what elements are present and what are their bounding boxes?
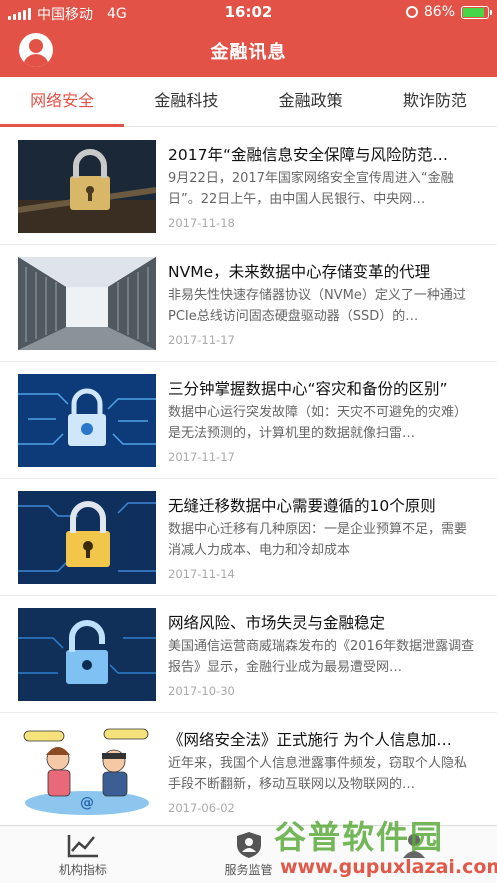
- shield-user-icon: [232, 831, 266, 859]
- alarm-icon: [405, 6, 418, 18]
- news-thumbnail-padlock: [18, 140, 156, 233]
- news-title: 无缝迁移数据中心需要遵循的10个原则: [168, 497, 436, 515]
- news-date: 2017-11-17: [168, 450, 235, 464]
- news-title: 2017年“金融信息安全保障与风险防范…: [168, 146, 448, 164]
- tab-fintech[interactable]: 金融科技: [124, 77, 248, 126]
- battery-level: [463, 7, 484, 17]
- news-summary: 数据中心迁移有几种原因：一是企业预算不足，需要消减人力成本、电力和冷却成本: [168, 522, 468, 558]
- news-summary: 非易失性快速存储器协议（NVMe）定义了一种通过PCIe总线访问固态硬盘驱动器（…: [168, 288, 466, 324]
- watermark: 谷普软件园 www.gupuxlazai.com: [270, 812, 497, 883]
- news-thumbnail-cartoon: @: [18, 725, 156, 818]
- category-tabs: 网络安全 金融科技 金融政策 欺诈防范: [0, 77, 497, 127]
- news-item[interactable]: 2017年“金融信息安全保障与风险防范… 9月22日，2017年国家网络安全宣传…: [0, 128, 497, 245]
- news-thumbnail-circuit-lock: [18, 374, 156, 467]
- svg-text:@: @: [80, 795, 94, 811]
- watermark-url: www.gupuxlazai.com: [280, 856, 497, 878]
- watermark-text: 谷普软件园: [274, 818, 445, 856]
- news-thumbnail-server-room: [18, 257, 156, 350]
- news-list: 2017年“金融信息安全保障与风险防范… 9月22日，2017年国家网络安全宣传…: [0, 128, 497, 825]
- news-date: 2017-11-18: [168, 216, 235, 230]
- news-date: 2017-10-30: [168, 684, 235, 698]
- news-item[interactable]: 网络风险、市场失灵与金融稳定 美国通信运营商威瑞森发布的《2016年数据泄露调查…: [0, 596, 497, 713]
- news-summary: 9月22日，2017年国家网络安全宣传周进入“金融日”。22日上午，由中国人民银…: [168, 171, 454, 207]
- tab-network-security[interactable]: 网络安全: [0, 77, 125, 127]
- news-title: NVMe，未来数据中心存储变革的代理: [168, 263, 431, 281]
- news-item[interactable]: 三分钟掌握数据中心“容灾和备份的区别” 数据中心运行突发故障（如：天灾不可避免的…: [0, 362, 497, 479]
- news-summary: 近年来，我国个人信息泄露事件频发，窃取个人隐私手段不断翻新，移动互联网以及物联网…: [168, 756, 468, 792]
- news-title: 网络风险、市场失灵与金融稳定: [168, 614, 386, 632]
- news-date: 2017-11-17: [168, 333, 235, 347]
- battery-percent: 86%: [423, 4, 455, 20]
- tab-finance-policy[interactable]: 金融政策: [249, 77, 373, 126]
- status-bar: 中国移动 4G 16:02 86%: [0, 0, 497, 26]
- news-item[interactable]: 无缝迁移数据中心需要遵循的10个原则 数据中心迁移有几种原因：一是企业预算不足，…: [0, 479, 497, 596]
- trend-chart-icon: [66, 831, 100, 859]
- tab-fraud-prevention[interactable]: 欺诈防范: [373, 77, 497, 126]
- nav-label: 机构指标: [58, 863, 107, 877]
- news-summary: 数据中心运行突发故障（如：天灾不可避免的灾难）是无法预测的，计算机里的数据就像扫…: [168, 405, 468, 441]
- news-thumbnail-gold-lock: [18, 491, 156, 584]
- nav-institution-indicators[interactable]: 机构指标: [0, 826, 166, 883]
- news-title: 三分钟掌握数据中心“容灾和备份的区别”: [168, 380, 448, 398]
- news-summary: 美国通信运营商威瑞森发布的《2016年数据泄露调查报告》显示，金融行业成为最易遭…: [168, 639, 475, 675]
- news-item[interactable]: @ 《网络安全法》正式施行 为个人信息加… 近年来，我国个人信息泄露事件频发，窃…: [0, 713, 497, 825]
- nav-header: 金融讯息: [0, 26, 497, 77]
- news-title: 《网络安全法》正式施行 为个人信息加…: [168, 731, 452, 749]
- news-date: 2017-11-14: [168, 567, 235, 581]
- news-date: 2017-06-02: [168, 801, 235, 815]
- app-header-bar: 中国移动 4G 16:02 86% 金融讯息: [0, 0, 497, 77]
- battery-icon: [461, 5, 492, 19]
- news-item[interactable]: NVMe，未来数据中心存储变革的代理 非易失性快速存储器协议（NVMe）定义了一…: [0, 245, 497, 362]
- news-thumbnail-open-lock: [18, 608, 156, 701]
- page-title: 金融讯息: [210, 42, 287, 63]
